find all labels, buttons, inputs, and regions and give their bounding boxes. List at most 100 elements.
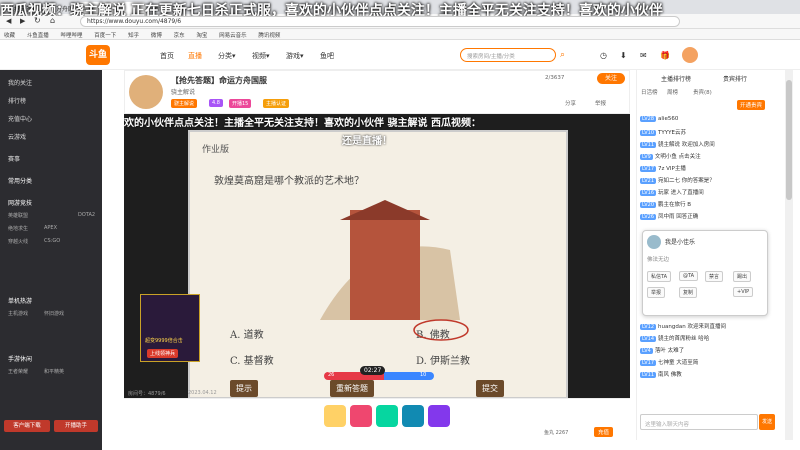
gift-item[interactable] xyxy=(324,405,346,427)
bookmark[interactable]: 京东 xyxy=(174,33,185,39)
chat-message: LV9 文明小鱼 点击关注 xyxy=(640,154,701,160)
anchor-name[interactable]: 骁主解说 xyxy=(171,87,195,96)
room-header: 【抢先答题】命运方舟国服 骁主解说 骁主解说 4.8 开播15 主播认证 2/3… xyxy=(124,70,630,114)
sidebar-item-recharge[interactable]: 充值中心 xyxy=(8,114,32,123)
gift-item[interactable] xyxy=(402,405,424,427)
bookmark[interactable]: 腾讯视频 xyxy=(258,33,280,39)
sidebar-item-rank[interactable]: 排行榜 xyxy=(8,96,26,105)
report-button[interactable]: 举报 xyxy=(595,99,606,107)
popup-copy-button[interactable]: 复制 xyxy=(679,287,698,298)
download-icon[interactable]: ⬇ xyxy=(620,51,627,60)
bookmark[interactable]: 网易云音乐 xyxy=(219,33,247,39)
sidebar-sub[interactable]: 怀旧游戏 xyxy=(44,310,64,317)
message-icon[interactable]: ✉ xyxy=(640,51,647,60)
sidebar-sub[interactable]: DOTA2 xyxy=(78,212,95,218)
bookmark[interactable]: 哔哩哔哩 xyxy=(61,33,83,39)
quiz-board: 作业版 敦煌莫高窟是哪个教派的艺术地？ A. 道教 B. 佛教 C. 基督教 D… xyxy=(190,132,566,397)
sidebar-item-esports[interactable]: 赛事 xyxy=(8,154,20,163)
answer-d[interactable]: D. 伊斯兰教 xyxy=(416,352,470,367)
room-tag: 开播15 xyxy=(229,99,252,108)
scrollbar-thumb[interactable] xyxy=(786,80,792,200)
page-scrollbar[interactable] xyxy=(785,70,793,440)
popup-vip-button[interactable]: +VIP xyxy=(733,287,754,297)
chat-panel: 主播排行榜 贵宾排行 日活榜 周榜 贵宾(8) 开通贵宾 LV28 alie560… xyxy=(636,70,776,440)
search-input[interactable]: 搜索房间/主播/分类 xyxy=(460,48,556,62)
sidebar-sub[interactable]: 英雄联盟 xyxy=(8,212,28,219)
chat-input[interactable]: 这里输入聊天内容 xyxy=(640,414,758,430)
sidebar-sub[interactable]: 和平精英 xyxy=(44,368,64,375)
bookmark[interactable]: 斗鱼直播 xyxy=(27,33,49,39)
sidebar-section-online: 网游竞技 xyxy=(8,200,33,207)
anchor-rank-tab[interactable]: 主播排行榜 xyxy=(661,74,691,83)
anchor-avatar[interactable] xyxy=(129,75,163,109)
recharge-button[interactable]: 充值 xyxy=(594,427,614,437)
gift-item[interactable] xyxy=(350,405,372,427)
send-button[interactable]: 发送 xyxy=(759,414,775,430)
gift-item[interactable] xyxy=(376,405,398,427)
answer-c[interactable]: C. 基督教 xyxy=(230,352,274,367)
stream-assistant-button[interactable]: 开播助手 xyxy=(54,420,98,432)
submit-button[interactable]: 提交 xyxy=(476,380,504,397)
ad-button[interactable]: 上线领神兵 xyxy=(147,349,179,358)
bookmark[interactable]: 知乎 xyxy=(128,33,139,39)
douyu-logo[interactable]: 斗鱼 xyxy=(86,45,110,65)
popup-kick-button[interactable]: 踢出 xyxy=(733,271,752,282)
hint-button[interactable]: 提示 xyxy=(230,380,258,397)
url-field[interactable]: https://www.douyu.com/4879/6 xyxy=(80,16,680,27)
chat-message: LV4 落叶 太难了 xyxy=(640,348,685,354)
bookmark[interactable]: 百度一下 xyxy=(94,33,116,39)
rank-tab[interactable]: 贵宾(8) xyxy=(693,88,712,96)
room-title: 【抢先答题】命运方舟国服 xyxy=(171,76,267,85)
sidebar-sub[interactable]: 绝地求生 xyxy=(8,225,28,232)
chat-message: LV17 七神童 大道至简 xyxy=(640,360,699,366)
nav-home[interactable]: 首页 xyxy=(160,51,174,61)
rank-tab[interactable]: 周榜 xyxy=(667,88,678,96)
game-ad-card[interactable]: 超变9999倍合击 上线领神兵 xyxy=(140,294,200,362)
quiz-question: 敦煌莫高窟是哪个教派的艺术地？ xyxy=(214,176,364,187)
sidebar-item-follow[interactable]: 我的关注 xyxy=(8,78,32,87)
chat-message: LV17 7z VIP主播 xyxy=(640,166,686,172)
room-tag: 4.8 xyxy=(209,99,223,107)
popup-at-button[interactable]: @TA xyxy=(679,271,699,281)
forward-icon[interactable]: ▶ xyxy=(20,17,25,25)
rank-tab[interactable]: 日活榜 xyxy=(641,88,658,96)
popup-avatar xyxy=(647,235,661,249)
bookmark[interactable]: 收藏 xyxy=(4,33,15,39)
nav-category[interactable]: 分类▾ xyxy=(218,51,236,61)
pagoda-body xyxy=(350,210,420,320)
client-download-button[interactable]: 客户端下载 xyxy=(4,420,50,432)
retry-button[interactable]: 重新答题 xyxy=(330,380,374,397)
chat-message: LV28 alie560 xyxy=(640,116,679,122)
nav-games[interactable]: 游戏▾ xyxy=(286,51,304,61)
noble-rank-tab[interactable]: 贵宾排行 xyxy=(723,74,747,83)
gift-item[interactable] xyxy=(428,405,450,427)
share-button[interactable]: 分享 xyxy=(565,99,576,107)
home-icon[interactable]: ⌂ xyxy=(50,16,55,25)
sidebar-sub[interactable]: CS:GO xyxy=(44,238,60,244)
bookmark[interactable]: 淘宝 xyxy=(196,33,207,39)
sidebar-sub[interactable]: 穿越火线 xyxy=(8,238,28,245)
avatar[interactable] xyxy=(682,47,698,63)
gift-icon[interactable]: 🎁 xyxy=(660,51,670,60)
video-player[interactable]: 作业版 敦煌莫高窟是哪个教派的艺术地？ A. 道教 B. 佛教 C. 基督教 D… xyxy=(124,114,630,398)
nav-video[interactable]: 视频▾ xyxy=(252,51,270,61)
sidebar-sub[interactable]: 王者荣耀 xyxy=(8,368,28,375)
quiz-timer: 02:27 xyxy=(360,366,386,375)
stream-date: 2023.04.12 xyxy=(188,390,217,396)
answer-a[interactable]: A. 道教 xyxy=(230,326,264,341)
follow-button[interactable]: 关注 xyxy=(597,73,625,84)
back-icon[interactable]: ◀ xyxy=(6,17,11,25)
popup-pm-button[interactable]: 私信TA xyxy=(647,271,672,282)
popup-mute-button[interactable]: 禁言 xyxy=(705,271,724,282)
nav-live[interactable]: 直播 xyxy=(188,51,202,61)
popup-report-button[interactable]: 举报 xyxy=(647,287,666,298)
bookmark[interactable]: 微博 xyxy=(151,33,162,39)
sidebar-item-cloudgame[interactable]: 云游戏 xyxy=(8,132,26,141)
sidebar-sub[interactable]: APEX xyxy=(44,225,57,231)
nav-fishbar[interactable]: 鱼吧 xyxy=(320,51,334,61)
reload-icon[interactable]: ↻ xyxy=(34,16,41,25)
search-icon[interactable]: ⌕ xyxy=(560,50,565,60)
history-icon[interactable]: ◷ xyxy=(600,51,607,60)
open-noble-button[interactable]: 开通贵宾 xyxy=(737,100,766,110)
sidebar-sub[interactable]: 主机游戏 xyxy=(8,310,28,317)
